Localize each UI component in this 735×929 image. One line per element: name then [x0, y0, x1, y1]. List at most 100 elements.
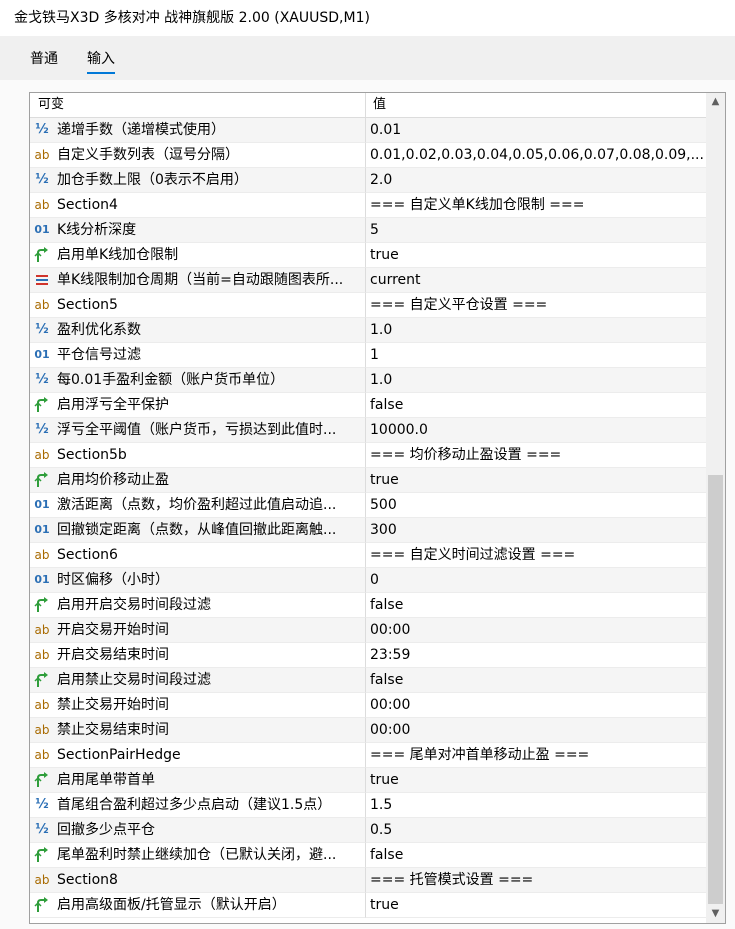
table-row[interactable]: ½ 加仓手数上限（0表示不启用） 2.0: [30, 168, 706, 193]
parameter-name-cell: ab 自定义手数列表（逗号分隔）: [30, 143, 366, 168]
table-row[interactable]: ½ 浮亏全平阈值（账户货币，亏损达到此值时... 10000.0: [30, 418, 706, 443]
parameter-value-cell[interactable]: === 均价移动止盈设置 ===: [366, 443, 706, 468]
parameter-value-cell[interactable]: false: [366, 668, 706, 693]
parameter-value-cell[interactable]: 00:00: [366, 718, 706, 743]
table-row[interactable]: 单K线限制加仓周期（当前=自动跟随图表所... current: [30, 268, 706, 293]
parameter-value-cell[interactable]: 300: [366, 518, 706, 543]
string-icon: ab: [34, 698, 50, 712]
parameter-name-cell: ab 开启交易开始时间: [30, 618, 366, 643]
parameter-value-cell[interactable]: === 自定义时间过滤设置 ===: [366, 543, 706, 568]
parameter-value-cell[interactable]: 2.0: [366, 168, 706, 193]
parameter-value-cell[interactable]: 1.0: [366, 318, 706, 343]
parameter-value-cell[interactable]: true: [366, 243, 706, 268]
parameter-name: 盈利优化系数: [57, 322, 141, 338]
parameter-value-cell[interactable]: false: [366, 593, 706, 618]
table-row[interactable]: 启用浮亏全平保护 false: [30, 393, 706, 418]
parameter-value-cell[interactable]: current: [366, 268, 706, 293]
scrollbar-thumb[interactable]: [708, 475, 723, 904]
parameter-value-cell[interactable]: 1.5: [366, 793, 706, 818]
table-row[interactable]: ½ 盈利优化系数 1.0: [30, 318, 706, 343]
parameter-value-cell[interactable]: === 托管模式设置 ===: [366, 868, 706, 893]
parameter-name: 启用禁止交易时间段过滤: [57, 672, 211, 688]
table-row[interactable]: ab 开启交易开始时间 00:00: [30, 618, 706, 643]
tab-general[interactable]: 普通: [30, 50, 58, 74]
parameter-value-cell[interactable]: false: [366, 843, 706, 868]
parameter-value-cell[interactable]: 1.0: [366, 368, 706, 393]
parameter-name: 递增手数（递增模式使用）: [57, 122, 225, 138]
enum-icon: [34, 271, 50, 289]
table-row[interactable]: ½ 每0.01手盈利金额（账户货币单位） 1.0: [30, 368, 706, 393]
parameter-value-cell[interactable]: 0: [366, 568, 706, 593]
parameter-name: Section6: [57, 547, 118, 563]
table-row[interactable]: 启用均价移动止盈 true: [30, 468, 706, 493]
string-icon: ab: [34, 723, 50, 737]
parameter-name-cell: ab Section5: [30, 293, 366, 318]
table-row[interactable]: ab Section4 === 自定义单K线加仓限制 ===: [30, 193, 706, 218]
parameter-value-cell[interactable]: 00:00: [366, 618, 706, 643]
scroll-down-arrow-icon[interactable]: ▼: [706, 905, 725, 923]
parameter-value-cell[interactable]: === 自定义平仓设置 ===: [366, 293, 706, 318]
parameter-value-cell[interactable]: 0.01: [366, 118, 706, 143]
parameter-value-cell[interactable]: 500: [366, 493, 706, 518]
table-row[interactable]: ab 自定义手数列表（逗号分隔） 0.01,0.02,0.03,0.04,0.05,…: [30, 143, 706, 168]
table-row[interactable]: ab Section5 === 自定义平仓设置 ===: [30, 293, 706, 318]
column-header-value[interactable]: 值: [366, 93, 706, 117]
table-row[interactable]: 启用开启交易时间段过滤 false: [30, 593, 706, 618]
fraction-icon: ½: [35, 372, 49, 387]
tab-inputs[interactable]: 输入: [87, 50, 115, 74]
parameter-name-cell: ab Section6: [30, 543, 366, 568]
string-icon: ab: [34, 298, 50, 312]
table-row[interactable]: ab Section8 === 托管模式设置 ===: [30, 868, 706, 893]
parameter-value-cell[interactable]: 0.5: [366, 818, 706, 843]
table-row[interactable]: ab Section6 === 自定义时间过滤设置 ===: [30, 543, 706, 568]
parameter-name: 回撤锁定距离（点数，从峰值回撤此距离触...: [57, 522, 337, 538]
vertical-scrollbar[interactable]: ▲ ▼: [706, 93, 725, 923]
parameter-value-cell[interactable]: 23:59: [366, 643, 706, 668]
parameter-name-cell: ½ 首尾组合盈利超过多少点启动（建议1.5点）: [30, 793, 366, 818]
table-row[interactable]: ab Section5b === 均价移动止盈设置 ===: [30, 443, 706, 468]
parameter-value-cell[interactable]: false: [366, 393, 706, 418]
parameter-name-cell: ab 禁止交易结束时间: [30, 718, 366, 743]
dialog-client: 普通 输入 可变 值 ½ 递增手数（递增模式使用） 0.01 ab 自定义手数列表（逗号…: [0, 36, 735, 929]
table-row[interactable]: ½ 递增手数（递增模式使用） 0.01: [30, 118, 706, 143]
parameter-value-cell[interactable]: 0.01,0.02,0.03,0.04,0.05,0.06,0.07,0.08,…: [366, 143, 706, 168]
parameter-name-cell: ½ 加仓手数上限（0表示不启用）: [30, 168, 366, 193]
table-row[interactable]: 启用单K线加仓限制 true: [30, 243, 706, 268]
parameter-value-cell[interactable]: === 自定义单K线加仓限制 ===: [366, 193, 706, 218]
table-row[interactable]: ab 禁止交易结束时间 00:00: [30, 718, 706, 743]
table-row[interactable]: ab 禁止交易开始时间 00:00: [30, 693, 706, 718]
table-row[interactable]: 01 激活距离（点数，均价盈利超过此值启动追... 500: [30, 493, 706, 518]
table-row[interactable]: 启用尾单带首单 true: [30, 768, 706, 793]
parameter-name-cell: 启用均价移动止盈: [30, 468, 366, 493]
inputs-panel: 可变 值 ½ 递增手数（递增模式使用） 0.01 ab 自定义手数列表（逗号分隔） 0.0…: [0, 80, 735, 929]
parameter-value-cell[interactable]: 00:00: [366, 693, 706, 718]
table-row[interactable]: ab SectionPairHedge === 尾单对冲首单移动止盈 ===: [30, 743, 706, 768]
parameter-value-cell[interactable]: true: [366, 893, 706, 918]
parameter-value-cell[interactable]: true: [366, 468, 706, 493]
table-row[interactable]: ½ 回撤多少点平仓 0.5: [30, 818, 706, 843]
parameter-name-cell: 启用尾单带首单: [30, 768, 366, 793]
table-row[interactable]: 启用高级面板/托管显示（默认开启） true: [30, 893, 706, 918]
parameter-name: 启用单K线加仓限制: [57, 247, 179, 263]
table-row[interactable]: 01 时区偏移（小时） 0: [30, 568, 706, 593]
parameter-name: 启用均价移动止盈: [57, 472, 169, 488]
table-row[interactable]: ab 开启交易结束时间 23:59: [30, 643, 706, 668]
table-row[interactable]: 01 平仓信号过滤 1: [30, 343, 706, 368]
column-header-variable[interactable]: 可变: [30, 93, 366, 117]
parameter-value-cell[interactable]: === 尾单对冲首单移动止盈 ===: [366, 743, 706, 768]
table-row[interactable]: 启用禁止交易时间段过滤 false: [30, 668, 706, 693]
parameter-name-cell: 01 时区偏移（小时）: [30, 568, 366, 593]
table-row[interactable]: ½ 首尾组合盈利超过多少点启动（建议1.5点） 1.5: [30, 793, 706, 818]
table-row[interactable]: 01 回撤锁定距离（点数，从峰值回撤此距离触... 300: [30, 518, 706, 543]
parameter-value-cell[interactable]: true: [366, 768, 706, 793]
parameter-value-cell[interactable]: 5: [366, 218, 706, 243]
parameter-value-cell[interactable]: 1: [366, 343, 706, 368]
scroll-up-arrow-icon[interactable]: ▲: [706, 93, 725, 111]
table-row[interactable]: 尾单盈利时禁止继续加仓（已默认关闭，避... false: [30, 843, 706, 868]
parameter-value-cell[interactable]: 10000.0: [366, 418, 706, 443]
fraction-icon: ½: [35, 322, 49, 337]
parameter-name-cell: ½ 盈利优化系数: [30, 318, 366, 343]
table-row[interactable]: 01 K线分析深度 5: [30, 218, 706, 243]
parameter-name: 尾单盈利时禁止继续加仓（已默认关闭，避...: [57, 847, 337, 863]
string-icon: ab: [34, 148, 50, 162]
